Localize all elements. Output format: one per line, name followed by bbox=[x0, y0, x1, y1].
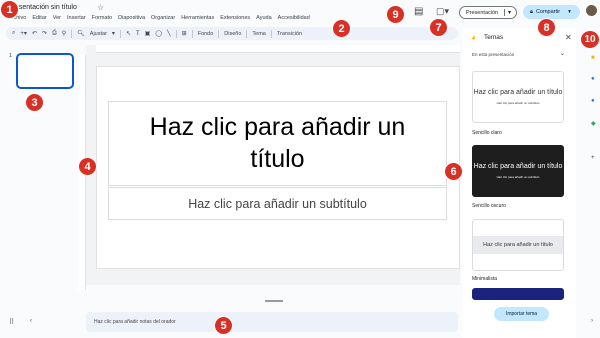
theme-card-partial[interactable] bbox=[472, 288, 564, 300]
select-icon[interactable]: ↖ bbox=[126, 30, 131, 37]
annotation-marker-3: 3 bbox=[25, 93, 44, 112]
chevron-down-icon[interactable]: ⌄ bbox=[560, 50, 565, 57]
close-icon[interactable]: ✕ bbox=[565, 33, 572, 42]
theme-name: Sencillo claro bbox=[472, 130, 502, 136]
theme-name: Sencillo oscuro bbox=[472, 203, 506, 209]
redo-icon[interactable]: ↷ bbox=[42, 30, 47, 37]
menu-item-extensions[interactable]: Extensiones bbox=[220, 15, 250, 21]
comment-add-icon[interactable]: ⊞ bbox=[182, 30, 187, 37]
menu-item-edit[interactable]: Editar bbox=[32, 15, 46, 21]
avatar[interactable] bbox=[586, 5, 597, 16]
collapse-panel-icon[interactable]: ‹ bbox=[30, 318, 32, 324]
contacts-icon[interactable]: ● bbox=[591, 98, 595, 104]
keep-icon[interactable]: ■ bbox=[591, 55, 595, 61]
menu-item-format[interactable]: Formato bbox=[92, 15, 112, 21]
annotation-marker-1: 1 bbox=[0, 0, 19, 19]
menu-bar: Archivo Editar Ver Insertar Formato Diap… bbox=[8, 15, 310, 21]
title-placeholder[interactable]: Haz clic para añadir un título bbox=[108, 101, 447, 186]
side-rail bbox=[586, 28, 600, 338]
theme-card-simple-dark[interactable]: Haz clic para añadir un título Haz clic … bbox=[472, 145, 564, 197]
image-icon[interactable]: ▣ bbox=[145, 30, 151, 37]
annotation-marker-9: 9 bbox=[386, 5, 405, 24]
subtitle-placeholder[interactable]: Haz clic para añadir un subtítulo bbox=[108, 187, 447, 220]
transition-button[interactable]: Transición bbox=[277, 31, 302, 37]
present-label: Presentación bbox=[466, 9, 499, 16]
annotation-marker-4: 4 bbox=[78, 157, 97, 176]
menu-item-help[interactable]: Ayuda bbox=[256, 15, 272, 21]
expand-panel-icon[interactable]: › bbox=[591, 318, 593, 324]
menu-item-tools[interactable]: Herramientas bbox=[181, 15, 214, 21]
tasks-icon[interactable]: ● bbox=[591, 76, 595, 82]
star-icon[interactable]: ☆ bbox=[97, 3, 104, 12]
grid-view-icon[interactable]: ⠿ bbox=[9, 318, 14, 326]
annotation-marker-2: 2 bbox=[332, 19, 351, 38]
themes-source-dropdown[interactable]: En esta presentación bbox=[472, 52, 514, 57]
shape-icon[interactable]: ◯ bbox=[155, 30, 162, 37]
menu-item-accessibility[interactable]: Accesibilidad bbox=[278, 15, 310, 21]
zoom-icon[interactable]: 🔍︎ bbox=[77, 30, 85, 37]
text-box-icon[interactable]: T bbox=[136, 31, 140, 37]
theme-card-simple-light[interactable]: Haz clic para añadir un título Haz clic … bbox=[472, 71, 564, 123]
lock-icon: 🔒︎ bbox=[530, 8, 533, 15]
print-icon[interactable]: ⎙ bbox=[52, 30, 57, 37]
horizontal-ruler bbox=[96, 45, 460, 53]
slide-thumbnail[interactable] bbox=[16, 53, 74, 89]
theme-button[interactable]: Tema bbox=[252, 31, 265, 37]
theme-card-subtitle: Haz clic para añadir un subtítulo bbox=[496, 174, 540, 179]
present-button[interactable]: Presentación ▾ bbox=[459, 6, 517, 19]
menu-item-view[interactable]: Ver bbox=[53, 15, 61, 21]
annotation-marker-7: 7 bbox=[429, 18, 448, 37]
menu-item-slide[interactable]: Diapositiva bbox=[118, 15, 145, 21]
meet-icon[interactable]: ▢▾ bbox=[436, 6, 449, 17]
menu-item-arrange[interactable]: Organizar bbox=[151, 15, 175, 21]
fit-dropdown[interactable]: Ajustar bbox=[90, 31, 107, 37]
palette-icon: ◕ bbox=[471, 33, 476, 42]
notes-resize-handle[interactable] bbox=[265, 300, 283, 302]
annotation-marker-10: 10 bbox=[580, 30, 600, 49]
undo-icon[interactable]: ↶ bbox=[32, 30, 37, 37]
theme-card-minimalist[interactable]: Haz clic para añadir un título bbox=[472, 219, 564, 271]
import-theme-button[interactable]: Importar tema bbox=[494, 307, 549, 321]
chevron-down-icon[interactable]: ▾ bbox=[112, 30, 115, 37]
theme-card-title: Haz clic para añadir un título bbox=[473, 163, 563, 171]
share-button[interactable]: 🔒︎ Compartir ▾ bbox=[523, 5, 580, 19]
layout-button[interactable]: Diseño bbox=[224, 31, 241, 37]
annotation-marker-8: 8 bbox=[537, 18, 556, 37]
slide-number: 1 bbox=[9, 53, 13, 59]
background-button[interactable]: Fondo bbox=[198, 31, 214, 37]
add-icon[interactable]: + bbox=[591, 155, 595, 161]
line-icon[interactable]: ╲ bbox=[167, 30, 171, 37]
theme-card-title: Haz clic para añadir un título bbox=[473, 89, 563, 97]
maps-icon[interactable]: ◆ bbox=[591, 120, 596, 127]
theme-card-title: Haz clic para añadir un título bbox=[473, 235, 563, 255]
comments-icon[interactable]: ▤ bbox=[414, 6, 423, 17]
annotation-marker-6: 6 bbox=[444, 162, 463, 181]
theme-card-subtitle: Haz clic para añadir un subtítulo bbox=[496, 100, 540, 105]
share-label: Compartir bbox=[535, 9, 561, 15]
chevron-down-icon[interactable]: ▾ bbox=[508, 9, 511, 16]
chevron-down-icon[interactable]: ▾ bbox=[568, 9, 571, 15]
speaker-notes-field[interactable]: Haz clic para añadir notas del orador bbox=[86, 312, 458, 332]
add-icon[interactable]: +▾ bbox=[20, 30, 27, 37]
search-icon[interactable]: ⌕ bbox=[12, 30, 15, 37]
annotation-marker-5: 5 bbox=[214, 316, 233, 335]
menu-item-insert[interactable]: Insertar bbox=[67, 15, 86, 21]
toolbar: ⌕ +▾ ↶ ↷ ⎙ ⚲ 🔍︎ Ajustar ▾ ↖ T ▣ ◯ ╲ ⊞ Fo… bbox=[6, 27, 458, 40]
paint-format-icon[interactable]: ⚲ bbox=[62, 30, 66, 37]
themes-panel-title: Temas bbox=[484, 34, 504, 41]
theme-name: Minimalista bbox=[472, 276, 498, 282]
